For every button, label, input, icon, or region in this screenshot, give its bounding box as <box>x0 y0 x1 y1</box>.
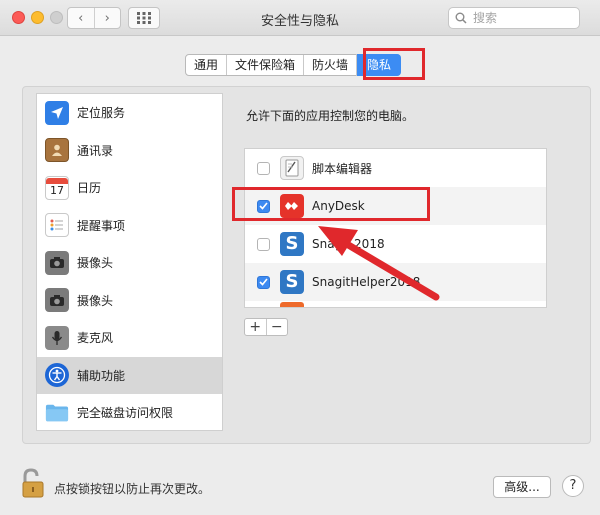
sidebar-item-label: 摄像头 <box>77 293 114 308</box>
camera-icon <box>45 250 69 275</box>
app-name: Snagit 2018 <box>312 237 385 251</box>
sidebar-item-contacts[interactable]: 通讯录 <box>37 132 222 170</box>
app-checkbox[interactable] <box>257 237 270 251</box>
sidebar-item-full-disk-access[interactable]: 完全磁盘访问权限 <box>37 394 222 432</box>
sidebar-item-reminders[interactable]: 提醒事项 <box>37 207 222 245</box>
sidebar-item-label: 通讯录 <box>77 143 114 158</box>
calendar-day: 17 <box>50 183 64 197</box>
sidebar-item-location[interactable]: 定位服务 <box>37 94 222 132</box>
sidebar-item-label: 辅助功能 <box>77 368 126 383</box>
highlight-privacy-tab <box>363 48 425 80</box>
title-bar: ‹ › 安全性与隐私 <box>0 0 600 36</box>
sidebar-item-label: 完全磁盘访问权限 <box>77 406 174 421</box>
app-row-snagit-helper[interactable]: S SnagitHelper2018 <box>245 263 546 301</box>
sidebar-item-label: 定位服务 <box>77 106 126 121</box>
calendar-icon: 17 <box>45 175 69 200</box>
search-box[interactable] <box>448 7 580 29</box>
reminders-icon <box>45 213 69 238</box>
app-checkbox[interactable] <box>257 161 270 175</box>
app-row-script-editor[interactable]: 脚本编辑器 <box>245 149 546 187</box>
privacy-category-list[interactable]: 定位服务 通讯录 17 日历 提醒事项 摄像头 摄像头 麦克风 辅助功能 完全磁… <box>36 93 223 431</box>
tab-general[interactable]: 通用 <box>186 55 226 75</box>
app-name: SnagitHelper2018 <box>312 275 421 289</box>
lock-icon[interactable] <box>20 468 46 502</box>
camera-icon <box>45 288 69 313</box>
accessibility-icon <box>45 363 69 388</box>
snagit-icon: S <box>280 232 304 256</box>
sidebar-item-label: 麦克风 <box>77 331 114 346</box>
script-editor-icon <box>280 156 304 180</box>
app-list[interactable]: 脚本编辑器 AnyDesk S Snagit 2018 S SnagitHelp… <box>244 148 547 308</box>
app-name: 脚本编辑器 <box>312 161 373 176</box>
tab-filevault[interactable]: 文件保险箱 <box>226 55 303 75</box>
app-icon-partial <box>280 302 304 307</box>
snagit-icon: S <box>280 270 304 294</box>
accessibility-panel: 允许下面的应用控制您的电脑。 脚本编辑器 AnyDesk S Snagit 20… <box>230 93 560 431</box>
search-input[interactable] <box>471 10 571 26</box>
sidebar-item-microphone[interactable]: 麦克风 <box>37 319 222 357</box>
contacts-icon <box>45 138 69 163</box>
add-remove-group: + − <box>244 318 288 336</box>
remove-app-button[interactable]: − <box>265 319 288 335</box>
help-button[interactable]: ? <box>562 475 584 497</box>
lock-hint: 点按锁按钮以防止再次更改。 <box>54 482 211 496</box>
app-row-snagit[interactable]: S Snagit 2018 <box>245 225 546 263</box>
tab-firewall[interactable]: 防火墙 <box>303 55 356 75</box>
sidebar-item-label: 日历 <box>77 181 102 196</box>
search-icon <box>455 12 467 24</box>
advanced-button[interactable]: 高级... <box>493 476 551 498</box>
add-app-button[interactable]: + <box>245 319 266 335</box>
sidebar-item-camera[interactable]: 摄像头 <box>37 244 222 282</box>
folder-icon <box>45 401 69 425</box>
checkmark-icon <box>259 278 268 286</box>
sidebar-item-calendar[interactable]: 17 日历 <box>37 169 222 207</box>
microphone-icon <box>45 325 69 350</box>
highlight-anydesk-row <box>232 187 430 221</box>
sidebar-item-accessibility[interactable]: 辅助功能 <box>37 356 222 394</box>
sidebar-item-label: 提醒事项 <box>77 218 126 233</box>
sidebar-item-label: 摄像头 <box>77 256 114 271</box>
location-icon <box>45 100 69 125</box>
app-checkbox[interactable] <box>257 275 270 289</box>
sidebar-item-camera-2[interactable]: 摄像头 <box>37 282 222 320</box>
app-row-partial[interactable] <box>245 301 546 307</box>
panel-description: 允许下面的应用控制您的电脑。 <box>246 109 415 123</box>
